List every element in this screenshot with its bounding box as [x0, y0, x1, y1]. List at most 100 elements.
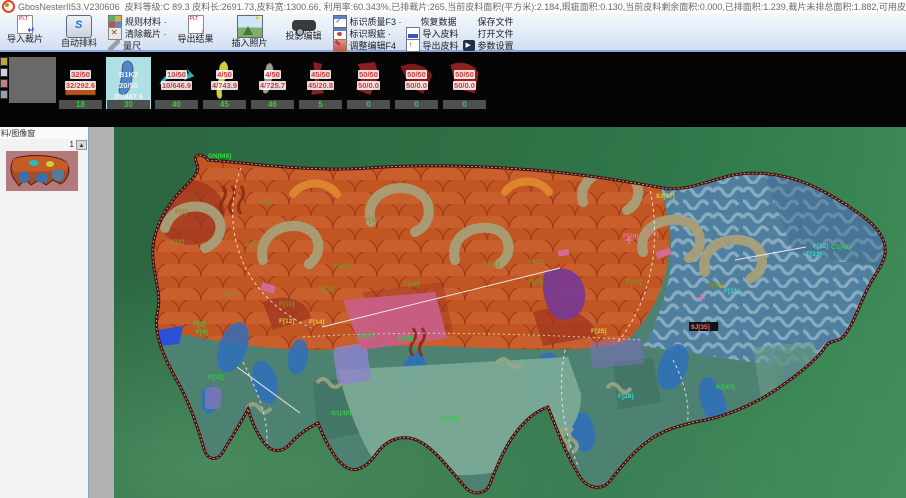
piece-label: C1[44]: [831, 244, 851, 251]
toolbar-button-auto-nest[interactable]: 自动排料: [54, 14, 104, 49]
toolbar-item-mark-quality[interactable]: 标识质量F3 ·: [333, 15, 402, 27]
strip-tool-icons: [0, 57, 8, 99]
title-bar: GbosNesterII53.V230606 皮料等级:C 89.3 皮料长:2…: [0, 0, 906, 14]
export-result-icon: [188, 15, 204, 34]
piece-label: F[10]: [208, 374, 224, 381]
clear-pieces-icon: [108, 27, 122, 40]
piece-remaining-count: 5: [299, 100, 342, 109]
toolbar-group: 导出结果: [171, 14, 221, 45]
piece-tile-7[interactable]: 50/5050/0.00: [346, 57, 391, 109]
toolbar-item-none[interactable]: 恢复数据: [406, 15, 459, 27]
projector-icon: [292, 20, 316, 31]
toolbar-group: 规则材料 ·清除裁片 ·量尺: [108, 14, 167, 51]
panel-splitter[interactable]: [88, 127, 114, 498]
toolbar-group: 标识质量F3 ·标识瑕疵 ·调整编辑F4: [333, 14, 402, 51]
piece-label: F[30]: [708, 282, 724, 289]
piece-tile-2[interactable]: B1K220/5020/487.630: [106, 57, 151, 109]
piece-tile-8[interactable]: 50/5050/0.00: [394, 57, 439, 109]
piece-area-value: 4/743.9: [211, 81, 238, 90]
piece-label: 9J[39]: [441, 416, 460, 423]
piece-tile-1[interactable]: 32/5032/292.618: [58, 57, 103, 109]
toolbar-button-import-pieces[interactable]: 导入裁片: [0, 14, 50, 45]
hide-thumbnail[interactable]: [6, 151, 78, 191]
toolbar-item-adjust-edit[interactable]: 调整编辑F4: [333, 39, 402, 51]
toolbar-group: 保存文件打开文件参数设置: [463, 14, 514, 51]
piece-remaining-count: 30: [107, 100, 150, 109]
piece-label: F[20]: [398, 335, 414, 342]
piece-label: F[29]: [643, 231, 659, 238]
ruler-icon: [108, 40, 120, 51]
piece-label: F[12]: [279, 318, 295, 325]
piece-tile-text: 10/5010/646.9: [154, 68, 199, 90]
hide-stats: 皮料等级:C 89.3 皮料长:2691.73,皮料宽:1300.66, 利用率…: [125, 2, 906, 12]
nesting-canvas[interactable]: GN[M9]F[1]F[2]F[6]F[7]F[16]F[15]F[13]F[1…: [113, 127, 906, 498]
toolbar-item-label: 参数设置: [478, 39, 514, 52]
piece-area-value: 45/20.8: [307, 81, 334, 90]
piece-tile-text: 32/50 32/292.6: [58, 68, 103, 90]
piece-count-ratio: 4/50: [216, 70, 233, 79]
piece-label: F[17]: [358, 333, 374, 340]
piece-remaining-count: 45: [203, 100, 246, 109]
piece-label: F[14]: [309, 319, 325, 326]
piece-tile-4[interactable]: 4/50 4/743.9 45: [202, 57, 247, 109]
piece-tile-3[interactable]: 10/5010/646.9 40: [154, 57, 199, 109]
piece-label: F[28]: [623, 233, 639, 240]
piece-label: F[33]: [806, 251, 822, 258]
piece-tile-list: 32/5032/292.618B1K220/5020/487.63010/501…: [58, 57, 487, 111]
piece-label: 9J[43]: [716, 384, 735, 391]
piece-tile-9[interactable]: 50/5050/0.0 0: [442, 57, 487, 109]
current-sheet-tile[interactable]: [9, 57, 56, 103]
piece-tile-text: 50/5050/0.0: [442, 68, 487, 90]
piece-tile-6[interactable]: 45/5045/20.85: [298, 57, 343, 109]
toolbar-item-rules-material[interactable]: 规则材料 ·: [108, 15, 167, 27]
piece-label: F[16]: [365, 217, 381, 224]
scroll-up-button[interactable]: ▲: [76, 140, 87, 150]
piece-count-ratio: 32/50: [70, 70, 91, 79]
toolbar-button-insert-photo[interactable]: 插入照片: [225, 14, 275, 49]
title-text: GbosNesterII53.V230606 皮料等级:C 89.3 皮料长:2…: [18, 0, 906, 13]
list-view-icon[interactable]: [0, 68, 8, 77]
export-leather-icon: [406, 39, 420, 52]
edit-pencil-icon[interactable]: [0, 57, 8, 66]
piece-tile-5[interactable]: 4/504/725.746: [250, 57, 295, 109]
piece-label: F[2]: [172, 239, 184, 246]
piece-label: F[25]: [591, 328, 607, 335]
toolbar-item-none[interactable]: 打开文件: [463, 27, 514, 39]
piece-label: F[28]: [618, 393, 634, 400]
page-number: 1: [70, 140, 74, 149]
piece-label: F[7]: [246, 242, 258, 249]
toolbar-item-export-leather[interactable]: 导出皮料: [406, 39, 459, 51]
piece-remaining-count: 0: [347, 100, 390, 109]
piece-remaining-count: 0: [443, 100, 486, 109]
toolbar-item-ruler[interactable]: 量尺: [108, 39, 167, 51]
toolbar-button-projector[interactable]: 投影编辑: [279, 14, 329, 42]
toolbar-item-none[interactable]: 保存文件: [463, 15, 514, 27]
toolbar-group: 恢复数据导入皮料导出皮料: [406, 14, 459, 51]
piece-label: 9J[37]: [656, 193, 675, 200]
toolbar-item-import-leather[interactable]: 导入皮料: [406, 27, 459, 39]
piece-area-value: 50/0.0: [357, 81, 380, 90]
piece-label: 9J[35]: [691, 324, 710, 331]
piece-area-value: 32/292.6: [65, 81, 96, 90]
piece-label: F[4]: [196, 329, 208, 336]
piece-count-ratio: 20/50: [118, 81, 139, 90]
toolbar-item-clear-pieces[interactable]: 清除裁片 ·: [108, 27, 167, 39]
piece-label: F[21]: [484, 261, 500, 268]
adjust-edit-icon: [333, 39, 347, 52]
hide-drawing: GN[M9]F[1]F[2]F[6]F[7]F[16]F[15]F[13]F[1…: [113, 132, 906, 498]
grid-view-icon[interactable]: [0, 90, 8, 99]
toolbar-group: 插入照片: [225, 14, 275, 49]
piece-remaining-count: 46: [251, 100, 294, 109]
toolbar-item-settings[interactable]: 参数设置: [463, 39, 514, 51]
piece-label: F[24]: [528, 279, 544, 286]
toolbar-group: 投影编辑: [279, 14, 329, 42]
toolbar-button-export-result[interactable]: 导出结果: [171, 14, 221, 45]
piece-label: F[3]: [193, 321, 205, 328]
image-view-icon[interactable]: [0, 79, 8, 88]
piece-remaining-count: 40: [155, 100, 198, 109]
toolbar-item-label: 量尺: [123, 39, 141, 52]
toolbar-item-mark-flaw[interactable]: 标识瑕疵 ·: [333, 27, 402, 39]
piece-label: F[18]: [223, 291, 239, 298]
piece-name: B1K2: [118, 70, 139, 79]
toolbar-button-label: 导出结果: [177, 34, 213, 45]
